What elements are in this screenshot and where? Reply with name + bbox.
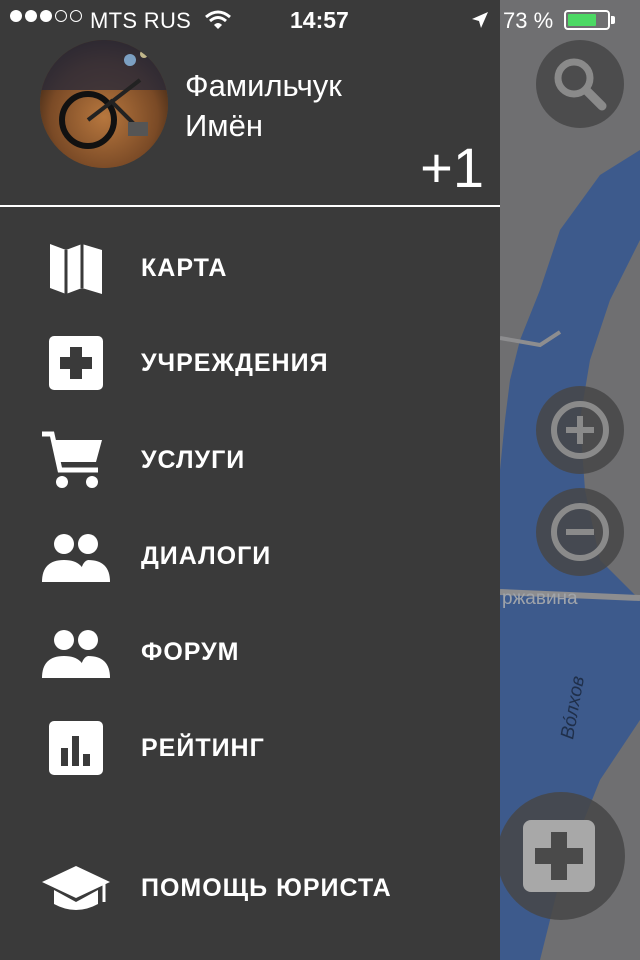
street-label: ржавина xyxy=(502,588,578,609)
add-place-button[interactable] xyxy=(497,792,625,920)
add-square-icon xyxy=(523,820,595,892)
battery-fill xyxy=(568,14,596,26)
battery-icon xyxy=(564,10,610,30)
menu-item-institutions[interactable]: УЧРЕЖДЕНИЯ xyxy=(0,323,500,403)
menu-item-dialogs[interactable]: ДИАЛОГИ xyxy=(0,516,500,596)
map-icon xyxy=(50,244,102,294)
navigation-drawer: Фамильчук Имён +1 КАРТА УЧРЕЖДЕНИЯ УСЛУГ… xyxy=(0,0,500,960)
minus-circle-icon xyxy=(551,503,609,561)
wifi-icon xyxy=(205,10,231,29)
medical-cross-icon xyxy=(49,336,103,390)
people-icon xyxy=(42,534,110,582)
menu-label: ФОРУМ xyxy=(141,638,240,666)
menu-item-map[interactable]: КАРТА xyxy=(0,228,500,308)
karma-counter: +1 xyxy=(420,136,484,199)
status-bar: MTS RUS 14:57 73 % xyxy=(0,0,640,40)
bar-chart-icon xyxy=(49,721,103,775)
zoom-out-button[interactable] xyxy=(536,488,624,576)
signal-strength-icon xyxy=(10,10,82,22)
battery-tip xyxy=(611,16,615,24)
menu-item-services[interactable]: УСЛУГИ xyxy=(0,420,500,500)
avatar[interactable] xyxy=(40,40,168,168)
divider xyxy=(0,205,500,207)
menu-label: УЧРЕЖДЕНИЯ xyxy=(141,349,329,377)
clock: 14:57 xyxy=(290,7,349,33)
menu-item-forum[interactable]: ФОРУМ xyxy=(0,612,500,692)
menu-label: РЕЙТИНГ xyxy=(141,734,265,762)
user-last-name: Фамильчук xyxy=(185,68,342,103)
menu-label: УСЛУГИ xyxy=(141,446,246,474)
zoom-in-button[interactable] xyxy=(536,386,624,474)
carrier-name: MTS RUS xyxy=(90,8,192,33)
menu-label: ПОМОЩЬ ЮРИСТА xyxy=(141,874,392,902)
battery-percent: 73 % xyxy=(503,8,554,33)
search-button[interactable] xyxy=(536,40,624,128)
menu-item-lawyer-help[interactable]: ПОМОЩЬ ЮРИСТА xyxy=(0,848,500,928)
plus-circle-icon xyxy=(551,401,609,459)
people-icon xyxy=(42,630,110,678)
menu-item-rating[interactable]: РЕЙТИНГ xyxy=(0,708,500,788)
menu-label: ДИАЛОГИ xyxy=(141,542,272,570)
graduation-cap-icon xyxy=(42,866,110,910)
cart-icon xyxy=(42,431,102,488)
avatar-photo xyxy=(40,40,168,168)
menu-label: КАРТА xyxy=(141,254,228,282)
user-name[interactable]: Фамильчук Имён xyxy=(185,66,485,146)
search-icon xyxy=(554,58,607,111)
location-arrow-icon xyxy=(472,12,488,28)
